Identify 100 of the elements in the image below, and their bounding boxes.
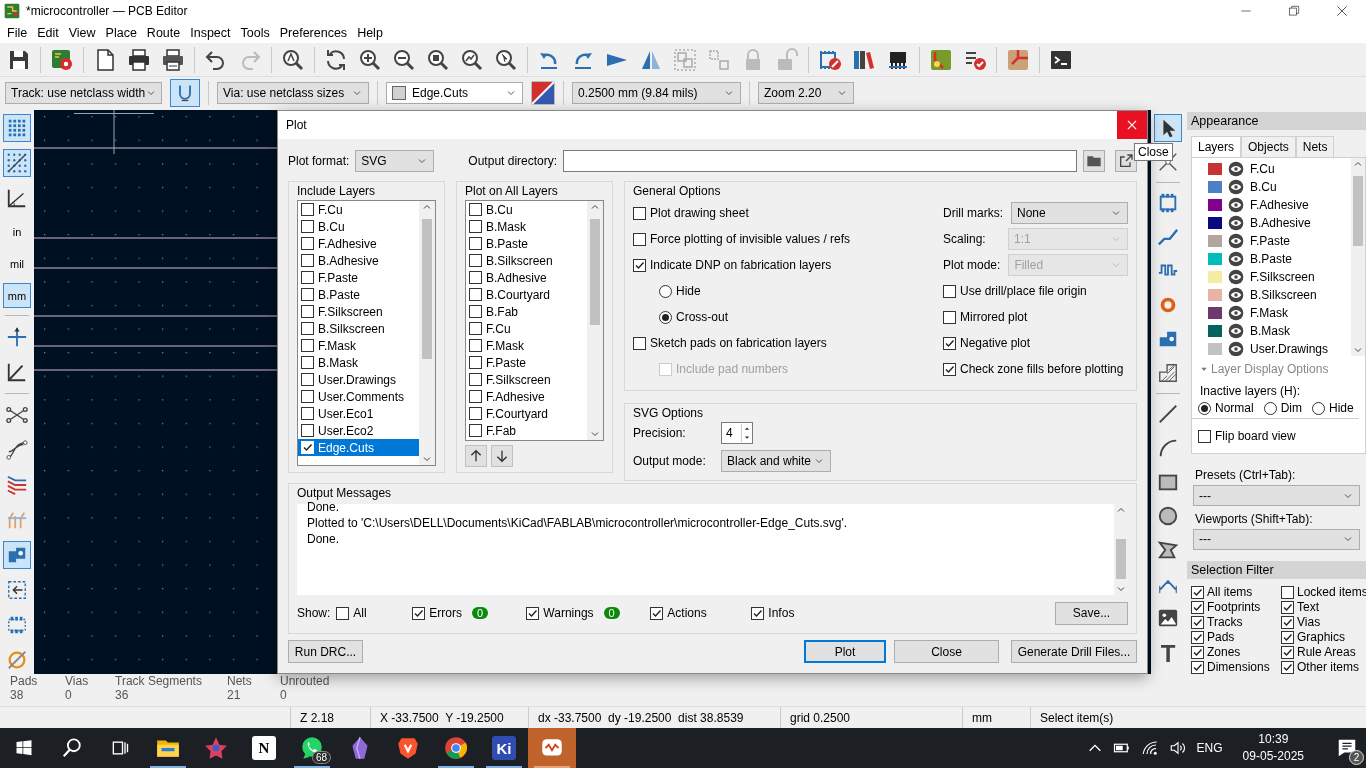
taskbar-button[interactable]: Ki <box>480 728 528 768</box>
layer-list-item[interactable]: B.Adhesive <box>298 252 419 269</box>
zoom-auto-icon[interactable] <box>460 47 484 72</box>
search-icon[interactable] <box>61 737 83 759</box>
radio-button[interactable] <box>1198 401 1211 415</box>
layer-list-item[interactable]: B.Cu <box>486 202 513 217</box>
unit-button[interactable]: mil <box>3 251 31 277</box>
radio-label[interactable]: Hide <box>676 284 701 298</box>
scrollbar[interactable] <box>419 201 435 465</box>
checkbox[interactable] <box>650 606 664 620</box>
checkbox[interactable] <box>469 322 482 335</box>
layer-list-item[interactable]: F.Courtyard <box>486 406 549 421</box>
checkbox[interactable] <box>469 390 482 403</box>
layer-color-swatch[interactable] <box>1208 181 1222 194</box>
grid-size-dropdown[interactable]: 0.2500 mm (9.84 mils) <box>572 81 741 104</box>
checkbox-label[interactable]: Actions <box>667 606 707 620</box>
checkbox[interactable] <box>412 606 426 620</box>
refresh-icon[interactable] <box>324 47 348 72</box>
checkbox-label[interactable]: Pads <box>1207 630 1235 644</box>
precision-spinner[interactable]: 4 <box>721 422 753 444</box>
track-route-icon[interactable] <box>1006 47 1030 72</box>
layer-list-item[interactable]: F.Silkscreen <box>486 372 551 387</box>
checkbox[interactable] <box>301 356 314 369</box>
board-check-icon[interactable] <box>929 47 953 72</box>
dot-grid-icon[interactable] <box>3 114 31 142</box>
checkbox-label[interactable]: Other items <box>1297 660 1359 674</box>
checkbox[interactable] <box>469 424 482 437</box>
layer-list-item[interactable]: F.Fab <box>486 423 516 438</box>
notification-icon[interactable] <box>1336 737 1358 759</box>
checkbox[interactable] <box>469 373 482 386</box>
checkbox-label[interactable]: Rule Areas <box>1297 645 1356 659</box>
checkbox[interactable] <box>301 424 314 437</box>
radio-button[interactable] <box>659 284 672 298</box>
checkbox[interactable] <box>301 373 314 386</box>
radio-button[interactable] <box>1263 401 1277 415</box>
output-mode-dropdown[interactable]: Black and white <box>721 450 831 472</box>
checkbox[interactable] <box>1281 615 1294 629</box>
menu-item[interactable]: Place <box>100 25 142 40</box>
checkbox[interactable] <box>469 339 482 352</box>
checkbox[interactable] <box>469 288 482 301</box>
zoom-in-icon[interactable] <box>358 47 382 72</box>
track-width-dropdown[interactable]: Track: use netclass width <box>5 81 162 104</box>
checkbox-label[interactable]: Check zone fills before plotting <box>960 362 1124 376</box>
checkbox-label[interactable]: Plot drawing sheet <box>650 206 749 220</box>
checkbox-label[interactable]: Errors <box>429 606 463 620</box>
checkbox[interactable] <box>1281 585 1294 599</box>
layer-list-item[interactable]: B.Fab <box>486 304 518 319</box>
radio-label[interactable]: Hide <box>1329 401 1354 416</box>
checkbox[interactable] <box>469 203 482 216</box>
layer-list-item[interactable]: User.Comments <box>298 388 419 405</box>
layer-name[interactable]: F.Mask <box>1250 306 1288 321</box>
dialog-button[interactable]: Close <box>894 640 999 663</box>
checkbox[interactable] <box>751 606 765 620</box>
checkbox[interactable] <box>469 271 482 284</box>
checkbox[interactable] <box>633 232 646 246</box>
layer-list-item[interactable]: User.Eco1 <box>298 405 419 422</box>
layer-color-swatch[interactable] <box>1208 289 1222 302</box>
eye-icon[interactable] <box>1228 233 1244 250</box>
checkbox-label[interactable]: Mirrored plot <box>960 310 1028 324</box>
layer-list-item[interactable]: F.Paste <box>298 269 419 286</box>
checkbox-label[interactable]: All items <box>1207 585 1253 599</box>
layer-color-swatch[interactable] <box>1208 199 1222 212</box>
layer-list-item[interactable]: F.Cu <box>486 321 511 336</box>
close-icon[interactable] <box>1335 4 1349 18</box>
checkbox-label[interactable]: All <box>353 606 367 620</box>
checkbox[interactable] <box>943 362 956 376</box>
menu-item[interactable]: File <box>2 25 33 40</box>
arrow-pointer-icon[interactable] <box>1154 114 1182 142</box>
checkbox[interactable] <box>301 254 314 267</box>
dialog-button[interactable]: Generate Drill Files... <box>1011 640 1137 663</box>
layer-color-swatch[interactable] <box>1208 217 1222 230</box>
browse-button[interactable] <box>1083 150 1105 172</box>
checkbox[interactable] <box>1281 660 1294 674</box>
dialog-button[interactable]: Run DRC... <box>288 640 363 663</box>
eye-icon[interactable] <box>1228 197 1244 214</box>
checkbox-label[interactable]: Tracks <box>1207 615 1243 629</box>
checkbox[interactable] <box>469 407 482 420</box>
move-down-button[interactable] <box>491 445 513 467</box>
track-mode-button[interactable] <box>170 78 200 107</box>
zoom-fit-icon[interactable] <box>426 47 450 72</box>
menu-item[interactable]: Route <box>141 25 186 40</box>
checkbox[interactable] <box>301 288 314 301</box>
layer-list-item[interactable]: B.Paste <box>486 236 529 251</box>
eye-icon[interactable] <box>1228 269 1244 286</box>
checkbox-label[interactable]: Indicate DNP on fabrication layers <box>650 258 832 272</box>
checkbox[interactable] <box>301 390 314 403</box>
menu-item[interactable]: View <box>63 25 101 40</box>
checkbox[interactable] <box>1191 585 1204 599</box>
layer-name[interactable]: F.Paste <box>1250 234 1291 249</box>
layer-list-item[interactable]: User.Eco2 <box>298 422 419 439</box>
checkbox-label[interactable]: Vias <box>1297 615 1321 629</box>
checkbox[interactable] <box>943 310 956 324</box>
open-folder-button[interactable] <box>1115 150 1137 172</box>
layer-color-swatch[interactable] <box>1208 163 1222 176</box>
eye-icon[interactable] <box>1228 251 1244 268</box>
unit-button[interactable]: mm <box>3 283 31 309</box>
layer-name[interactable]: B.Mask <box>1250 324 1290 339</box>
checkbox[interactable] <box>1191 615 1204 629</box>
checkbox[interactable] <box>301 237 314 250</box>
app-logo[interactable]: N <box>252 736 276 760</box>
